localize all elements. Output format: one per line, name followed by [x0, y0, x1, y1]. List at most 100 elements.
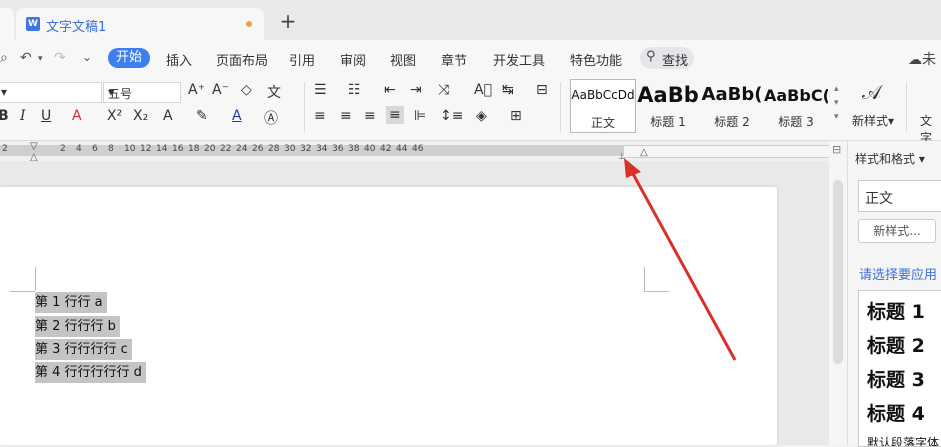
- ruler-tick-label: 6: [92, 144, 98, 154]
- style-heading-3[interactable]: AaBbC( 标题 3: [764, 79, 828, 131]
- style-list-item[interactable]: 标题 3: [867, 365, 925, 392]
- search-label: 查找: [662, 54, 689, 69]
- font-color-icon[interactable]: A: [232, 108, 242, 124]
- print-preview-icon[interactable]: ⌕: [0, 50, 8, 66]
- grow-font-icon[interactable]: A⁺: [188, 82, 205, 98]
- highlight-icon[interactable]: ✎: [196, 108, 208, 124]
- menu-insert[interactable]: 插入: [166, 50, 192, 69]
- text-direction-icon[interactable]: A⃦: [474, 82, 492, 98]
- style-name: 标题 2: [714, 115, 750, 129]
- menu-view[interactable]: 视图: [390, 50, 416, 69]
- ruler-tick-label: 30: [284, 144, 296, 154]
- menu-review[interactable]: 审阅: [340, 50, 366, 69]
- crop-mark: [644, 267, 645, 291]
- shrink-font-icon[interactable]: A⁻: [212, 82, 229, 98]
- undo-icon[interactable]: ↶: [20, 50, 32, 66]
- ruler-tick-label: 22: [220, 144, 232, 154]
- search-box[interactable]: ⚲ 查找: [640, 47, 694, 69]
- scrollbar-thumb[interactable]: [833, 180, 843, 364]
- style-heading-2[interactable]: AaBb( 标题 2: [700, 79, 764, 131]
- menu-page-layout[interactable]: 页面布局: [216, 50, 268, 69]
- borders-icon[interactable]: ⊞: [510, 108, 522, 124]
- gallery-scroll-icon[interactable]: ▴ ▾ ▾: [834, 82, 839, 124]
- underline-icon[interactable]: U: [41, 108, 51, 124]
- align-right-icon[interactable]: ≡: [364, 108, 376, 124]
- document-line[interactable]: 第 1 行行 a: [35, 292, 107, 313]
- sort-icon[interactable]: ↹: [502, 82, 514, 98]
- new-style-label: 新样式: [852, 114, 889, 128]
- current-style-field[interactable]: 正文: [858, 180, 941, 212]
- line-spacing-icon[interactable]: ↕≡: [440, 108, 463, 124]
- menu-references[interactable]: 引用: [289, 50, 315, 69]
- right-margin-marker-icon[interactable]: △: [640, 147, 648, 158]
- ruler-tick-label: 28: [268, 144, 280, 154]
- style-sample: AaBbCcDd: [571, 88, 635, 102]
- ruler-tick-label: 34: [316, 144, 328, 154]
- align-left-icon[interactable]: ≡: [314, 108, 326, 124]
- wps-writer-icon: W: [26, 17, 40, 31]
- clear-format-icon[interactable]: ◇: [241, 82, 252, 98]
- menu-special-features[interactable]: 特色功能: [570, 50, 622, 69]
- ruler-tick-label: 8: [108, 144, 114, 154]
- ruler-tick-label: 14: [156, 144, 168, 154]
- cloud-icon: ☁: [908, 52, 922, 68]
- style-list-item[interactable]: 标题 1: [867, 297, 925, 324]
- pane-new-style-button[interactable]: 新样式...: [858, 219, 936, 243]
- new-tab-button[interactable]: +: [277, 10, 299, 32]
- menu-start[interactable]: 开始: [108, 48, 150, 68]
- subscript-icon[interactable]: X₂: [133, 108, 148, 124]
- increase-indent-icon[interactable]: ⇥: [410, 82, 422, 98]
- style-list-item[interactable]: 默认段落字体: [867, 434, 939, 446]
- styles-pane-title[interactable]: 样式和格式 ▾: [855, 150, 925, 167]
- distribute-icon[interactable]: ⊫: [414, 108, 426, 124]
- strikethrough-icon[interactable]: A: [72, 108, 82, 124]
- style-list-item[interactable]: 标题 4: [867, 399, 925, 426]
- menu-chapter[interactable]: 章节: [441, 50, 467, 69]
- document-line[interactable]: 第 2 行行行 b: [35, 316, 120, 337]
- font-size-select[interactable]: 五号 ▾: [103, 82, 181, 103]
- chinese-layout-icon[interactable]: ⤨: [438, 82, 449, 98]
- superscript-icon[interactable]: X²: [107, 108, 122, 124]
- bold-icon[interactable]: B: [0, 108, 9, 124]
- align-center-icon[interactable]: ≡: [340, 108, 352, 124]
- cloud-label: 未: [922, 52, 936, 68]
- ribbon: ▾ 五号 ▾ A⁺ A⁻ ◇ 文 B I U A X² X₂ A ✎ A Ⓐ ☰…: [0, 76, 941, 145]
- ruler-tick-label: 12: [140, 144, 152, 154]
- pinyin-guide-icon[interactable]: 文: [267, 82, 281, 102]
- new-style-icon[interactable]: 𝒜: [862, 80, 881, 104]
- style-gallery: AaBbCcDd 正文 AaBb 标题 1 AaBb( 标题 2 AaBbC( …: [566, 79, 838, 135]
- ruler-tick-label: 38: [348, 144, 360, 154]
- ruler-tick-label: 24: [236, 144, 248, 154]
- unsaved-dot-icon: [246, 21, 252, 27]
- quick-access-more-icon[interactable]: ⌄: [82, 50, 92, 64]
- decrease-indent-icon[interactable]: ⇤: [384, 82, 396, 98]
- show-marks-icon[interactable]: ⊟: [536, 82, 548, 98]
- style-heading-1[interactable]: AaBb 标题 1: [636, 79, 700, 131]
- undo-dropdown-icon[interactable]: ▾: [38, 54, 43, 64]
- document-page[interactable]: 第 1 行行 a 第 2 行行行 b 第 3 行行行行 c 第 4 行行行行行 …: [0, 187, 777, 445]
- justify-icon[interactable]: ≡: [386, 106, 404, 124]
- cloud-sync-button[interactable]: ☁未: [908, 49, 936, 69]
- style-normal[interactable]: AaBbCcDd 正文: [570, 79, 636, 133]
- redo-icon[interactable]: ↷: [54, 50, 66, 66]
- ruler-toggle-icon[interactable]: ⊟: [832, 143, 841, 156]
- first-line-indent-marker-icon[interactable]: ▽: [30, 141, 38, 152]
- new-style-button[interactable]: 新样式▾: [852, 112, 894, 129]
- document-line[interactable]: 第 3 行行行行 c: [35, 339, 132, 360]
- home-tab-edge[interactable]: [0, 8, 14, 40]
- ruler-tick-label: 26: [252, 144, 264, 154]
- bullet-list-icon[interactable]: ☰: [314, 82, 327, 98]
- char-border-icon[interactable]: Ⓐ: [264, 108, 278, 128]
- document-line[interactable]: 第 4 行行行行行 d: [35, 362, 146, 383]
- shading-icon[interactable]: ◈: [476, 108, 487, 124]
- font-name-select[interactable]: ▾: [0, 82, 102, 103]
- menu-developer[interactable]: 开发工具: [493, 50, 545, 69]
- style-list-item[interactable]: 标题 2: [867, 331, 925, 358]
- document-tab[interactable]: W 文字文稿1: [16, 8, 264, 40]
- ruler-margin-area: [624, 145, 829, 158]
- style-sample: AaBb(: [701, 84, 763, 105]
- text-effect-icon[interactable]: A: [163, 108, 173, 124]
- numbered-list-icon[interactable]: ☷: [348, 82, 361, 98]
- crop-mark: [10, 291, 35, 292]
- italic-icon[interactable]: I: [20, 108, 26, 124]
